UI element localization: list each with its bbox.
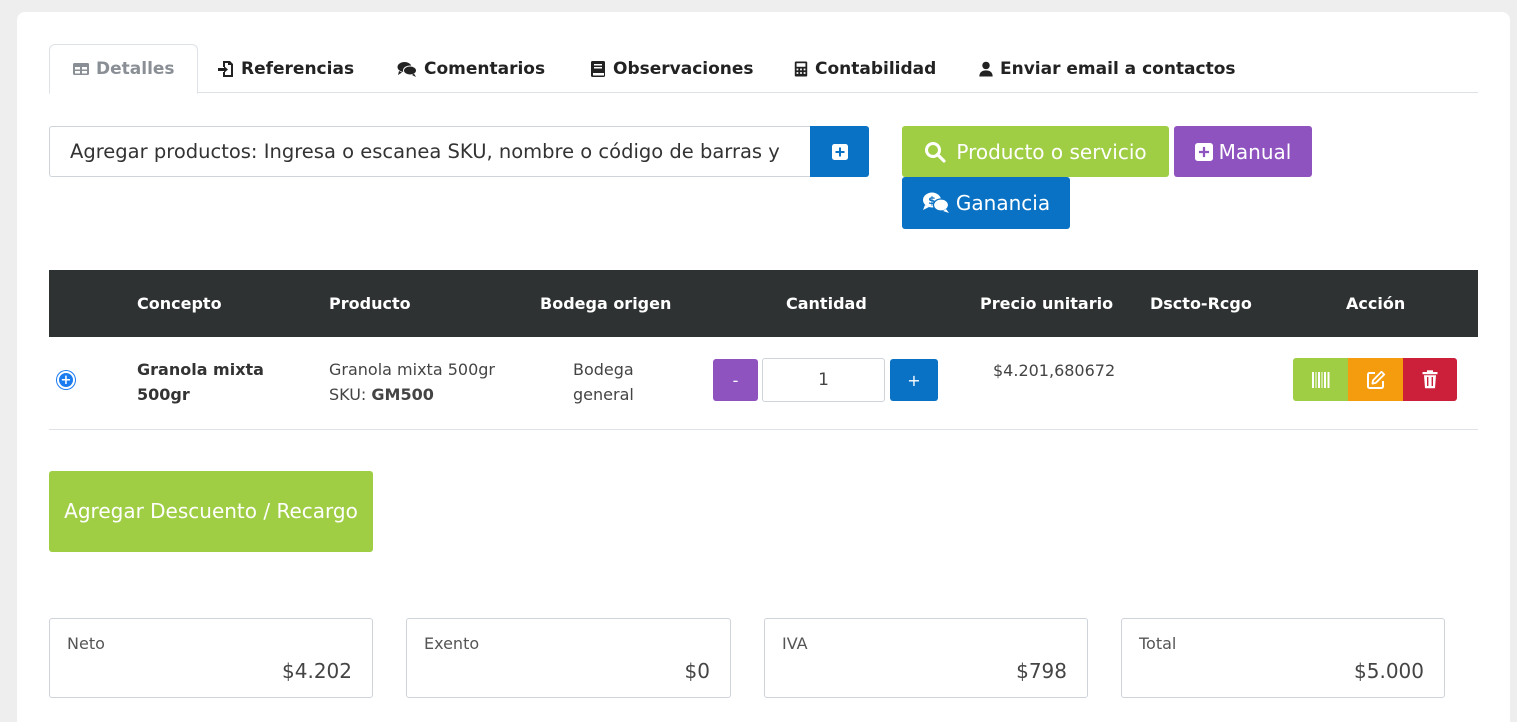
header-precio: Precio unitario	[980, 294, 1114, 313]
concepto-cell: Granola mixta 500gr	[137, 357, 264, 407]
producto-cell: Granola mixta 500gr SKU: GM500	[329, 357, 495, 407]
search-add-button[interactable]	[810, 126, 869, 177]
table-row: + Granola mixta 500gr Granola mixta 500g…	[49, 337, 1478, 430]
bodega-line2: general	[573, 385, 634, 404]
tab-label: Referencias	[241, 58, 355, 79]
user-icon	[979, 61, 993, 77]
producto-nombre: Granola mixta 500gr	[329, 360, 495, 379]
total-label: Total	[1139, 634, 1177, 653]
precio-unitario: $4.201,680672	[993, 361, 1116, 380]
svg-text:$: $	[928, 194, 936, 207]
tab-referencias[interactable]: Referencias	[217, 44, 354, 93]
calculator-icon	[794, 60, 808, 77]
button-label: Manual	[1218, 139, 1292, 164]
book-icon	[591, 60, 605, 77]
sku-value: GM500	[371, 385, 434, 404]
tab-label: Enviar email a contactos	[1000, 58, 1236, 79]
barcode-icon	[1312, 371, 1330, 388]
comments-icon	[397, 61, 417, 77]
sku-label: SKU:	[329, 385, 367, 404]
header-dscto: Dscto-Rcgo	[1150, 294, 1252, 313]
producto-sku-line: SKU: GM500	[329, 382, 495, 407]
bodega-cell: Bodega general	[573, 357, 634, 407]
total-value: $4.202	[282, 659, 352, 683]
edit-icon	[1367, 370, 1386, 389]
tab-label: Contabilidad	[815, 58, 937, 79]
product-service-button[interactable]: Producto o servicio	[902, 126, 1169, 177]
total-box-neto: Neto $4.202	[49, 618, 373, 698]
tab-enviar-email[interactable]: Enviar email a contactos	[978, 44, 1236, 93]
quantity-increase-button[interactable]: +	[890, 359, 938, 401]
tab-bar: Detalles Referencias Comentarios Observa…	[49, 44, 1478, 94]
manual-button[interactable]: Manual	[1174, 126, 1312, 177]
product-search-input[interactable]	[49, 126, 811, 177]
total-value: $5.000	[1354, 659, 1424, 683]
ganancia-button[interactable]: $ Ganancia	[902, 177, 1070, 229]
plus-square-icon	[831, 143, 848, 160]
plus-square-icon	[1194, 142, 1213, 161]
tab-comentarios[interactable]: Comentarios	[396, 44, 545, 93]
delete-button[interactable]	[1403, 358, 1457, 401]
header-bodega: Bodega origen	[540, 294, 672, 313]
tab-label: Comentarios	[424, 58, 546, 79]
total-value: $798	[1016, 659, 1067, 683]
quantity-decrease-button[interactable]: -	[713, 359, 758, 401]
header-concepto: Concepto	[137, 294, 222, 313]
tab-label: Detalles	[96, 59, 175, 79]
total-box-iva: IVA $798	[764, 618, 1088, 698]
trash-icon	[1422, 370, 1438, 389]
header-accion: Acción	[1346, 294, 1406, 313]
table-icon	[73, 63, 89, 75]
concepto-line1: Granola mixta	[137, 360, 264, 379]
button-label: Ganancia	[955, 191, 1051, 215]
add-discount-button[interactable]: Agregar Descuento / Recargo	[49, 471, 373, 552]
total-box-total: Total $5.000	[1121, 618, 1445, 698]
header-producto: Producto	[329, 294, 411, 313]
money-comment-icon: $	[922, 192, 950, 213]
quantity-input[interactable]	[762, 358, 885, 402]
total-label: Exento	[424, 634, 480, 653]
header-cantidad: Cantidad	[786, 294, 867, 313]
products-table-header: Concepto Producto Bodega origen Cantidad…	[49, 270, 1478, 337]
total-box-exento: Exento $0	[406, 618, 731, 698]
tab-label: Observaciones	[613, 58, 754, 79]
barcode-button[interactable]	[1293, 358, 1349, 401]
bodega-line1: Bodega	[573, 360, 634, 379]
edit-button[interactable]	[1348, 358, 1404, 401]
tab-detalles[interactable]: Detalles	[49, 44, 198, 94]
total-label: IVA	[782, 634, 808, 653]
file-import-icon	[218, 60, 233, 77]
expand-row-icon[interactable]: +	[57, 371, 75, 389]
button-label: Producto o servicio	[956, 139, 1147, 164]
total-value: $0	[684, 659, 710, 683]
total-label: Neto	[67, 634, 105, 653]
tab-observaciones[interactable]: Observaciones	[589, 44, 754, 93]
concepto-line2: 500gr	[137, 385, 190, 404]
search-icon	[925, 141, 946, 163]
tab-contabilidad[interactable]: Contabilidad	[793, 44, 936, 93]
